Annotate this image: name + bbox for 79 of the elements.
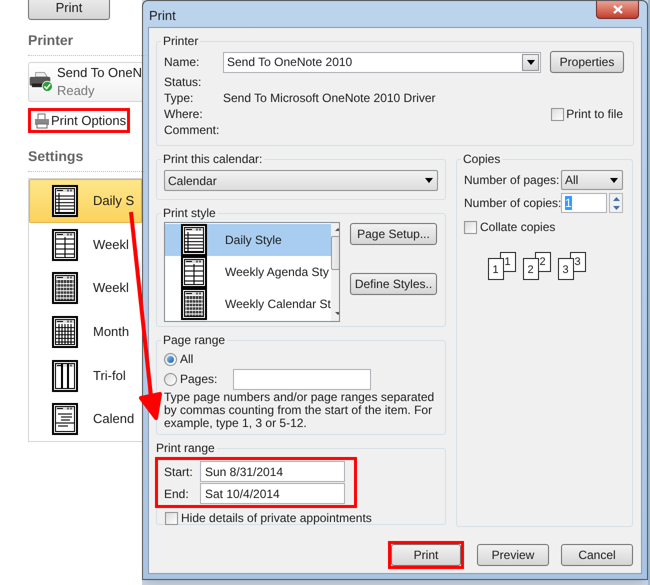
agenda-style-icon (181, 256, 207, 288)
printer-icon (34, 112, 50, 128)
group-label: Print this calendar: (162, 151, 264, 168)
field-label: Start: (164, 464, 194, 480)
style-option[interactable]: Weekly Agenda Sty (165, 256, 331, 288)
checkbox-label: Hide details of private appointments (181, 510, 372, 527)
section-heading: Settings (28, 147, 84, 166)
group-label: Page range (162, 332, 226, 349)
daily-style-icon (52, 184, 78, 217)
group-label: Print range (155, 440, 216, 457)
details-style-icon (52, 403, 78, 436)
field-value: Send To Microsoft OneNote 2010 Driver (223, 90, 436, 107)
page-number: 2 (539, 257, 546, 268)
trifold-style-icon (52, 360, 78, 392)
field-label: End: (164, 486, 190, 502)
style-option[interactable]: Daily Style (165, 224, 331, 256)
dropdown-button[interactable] (522, 54, 539, 70)
button[interactable]: Properties (550, 51, 624, 73)
section-heading: Printer (28, 31, 74, 50)
radio-label: Pages: (180, 371, 218, 388)
button[interactable]: Define Styles.. (350, 273, 437, 295)
style-option[interactable]: Daily S (29, 179, 142, 223)
radio-button[interactable] (164, 372, 177, 386)
field-label: Status: (164, 74, 202, 91)
checkbox[interactable] (551, 108, 564, 120)
print-options-button[interactable]: Print Options (31, 111, 130, 130)
button[interactable]: Cancel (561, 544, 633, 566)
page-number: 1 (504, 257, 511, 268)
field-label: Type: (164, 90, 194, 107)
style-option[interactable]: Weekl (29, 222, 142, 266)
page-number: 2 (527, 265, 534, 276)
style-option[interactable]: Calend (29, 397, 142, 442)
field-label: Number of pages: (464, 172, 560, 189)
week-style-icon (52, 272, 78, 304)
style-option[interactable]: Month (29, 310, 142, 354)
page-number: 3 (574, 257, 581, 268)
style-option[interactable]: Tri-fol (29, 354, 142, 398)
close-button[interactable] (596, 1, 639, 19)
field-label: Where: (164, 106, 204, 123)
radio-label: All (180, 351, 194, 368)
dropdown-icon (425, 178, 433, 183)
page-number: 1 (492, 265, 499, 276)
end-date-field[interactable]: Sat 10/4/2014 (200, 483, 345, 504)
field-label: Name: (164, 54, 200, 71)
spin-down-icon[interactable] (612, 206, 620, 210)
spin-up-icon[interactable] (612, 196, 620, 200)
checkbox[interactable] (464, 220, 477, 234)
group-label: Print style (162, 205, 217, 222)
month-style-icon (52, 316, 78, 348)
group-label: Printer (162, 33, 200, 50)
window-title: Print (149, 7, 176, 25)
button[interactable]: Preview (477, 544, 549, 566)
dropdown-icon (526, 60, 534, 64)
radio-button[interactable] (164, 352, 177, 366)
start-date-field[interactable]: Sun 8/31/2014 (200, 461, 345, 482)
calendar-dropdown[interactable]: Calendar (164, 170, 438, 191)
button[interactable]: Print (391, 544, 461, 566)
checkbox[interactable] (165, 512, 178, 524)
group-label: Copies (462, 151, 502, 168)
pages-dropdown[interactable]: All (561, 170, 623, 190)
page-number: 3 (562, 265, 569, 276)
field-label: Number of copies: (464, 195, 561, 212)
checkbox-label: Collate copies (480, 219, 556, 236)
style-option[interactable]: Weekl (29, 266, 142, 310)
style-option[interactable]: Weekly Calendar St (165, 288, 331, 320)
dropdown-icon (610, 178, 618, 182)
spin-buttons[interactable] (609, 193, 623, 213)
field-label: Comment: (164, 122, 220, 139)
button[interactable]: Print (28, 0, 110, 20)
printer-name: Send To OneN (56, 64, 142, 82)
printer-name-dropdown[interactable]: Send To OneNote 2010 (223, 52, 541, 72)
agenda-style-icon (52, 228, 78, 260)
printer-status: Ready (56, 82, 96, 100)
close-icon (612, 5, 622, 14)
hint-text: Type page numbers and/or page ranges separated by commas counting from the start of the item. For example, type 1, 3 or 5-12. (164, 391, 436, 430)
button[interactable]: Page Setup... (350, 223, 437, 245)
pages-field[interactable] (233, 368, 371, 390)
checkbox-label: Print to file (566, 106, 623, 123)
printer-selector[interactable]: Send To OneN Ready (28, 62, 142, 102)
